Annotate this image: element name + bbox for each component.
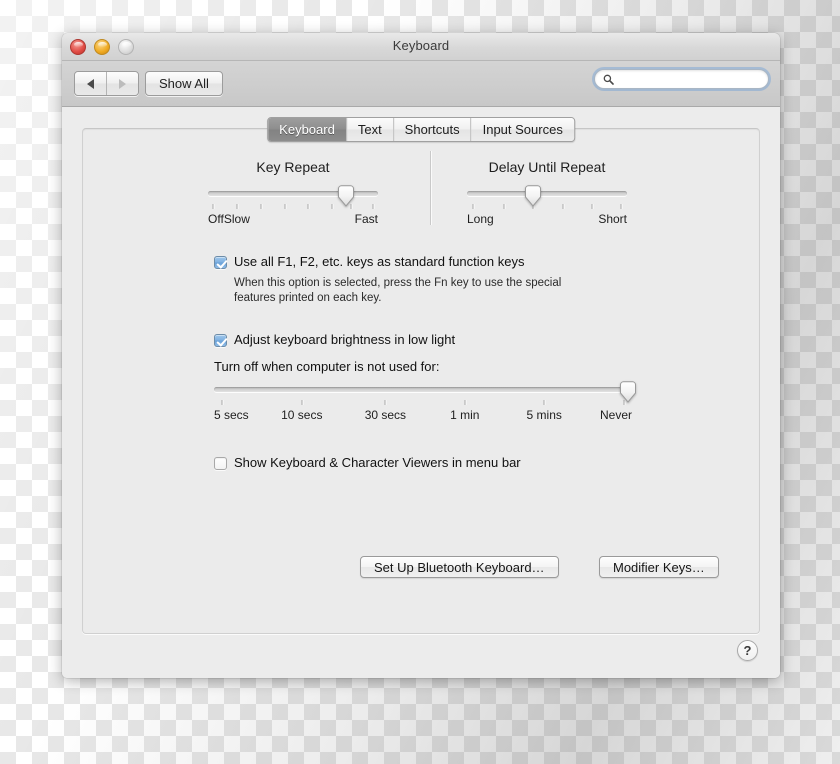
timeout-label-4: 5 mins (526, 408, 562, 422)
delay-until-repeat-thumb[interactable] (523, 185, 542, 207)
key-repeat-group: Key Repeat Off Slow Fast (208, 159, 378, 243)
search-field[interactable] (594, 69, 769, 89)
timeout-label-2: 30 secs (364, 408, 407, 422)
timeout-label-3: 1 min (450, 408, 480, 422)
window-toolbar: Show All (62, 61, 780, 107)
brightness-label: Adjust keyboard brightness in low light (234, 332, 456, 347)
viewers-checkbox[interactable] (214, 457, 227, 470)
delay-label-short: Short (598, 212, 627, 226)
triangle-right-icon (119, 78, 126, 89)
function-keys-help-line-1: When this option is selected, press the … (234, 277, 562, 289)
keyboard-preferences-window: Keyboard Show All Keyboard Text Shortcut… (62, 33, 780, 678)
search-icon (603, 74, 614, 85)
search-input[interactable] (618, 72, 760, 86)
window-titlebar: Keyboard (62, 33, 780, 61)
key-repeat-label-fast: Fast (354, 212, 378, 226)
navigation-segmented-control (74, 71, 139, 96)
show-all-button[interactable]: Show All (145, 71, 223, 96)
setup-bluetooth-keyboard-button[interactable]: Set Up Bluetooth Keyboard… (360, 556, 559, 578)
timeout-label-1: 10 secs (281, 408, 323, 422)
delay-until-repeat-group: Delay Until Repeat Long Short (467, 159, 627, 243)
timeout-label-5: Never (599, 408, 632, 422)
key-repeat-label-off: Off (208, 212, 224, 226)
key-repeat-label-slow: Slow (223, 212, 250, 226)
turn-off-timeout-thumb[interactable] (618, 381, 637, 403)
show-all-label: Show All (159, 76, 209, 91)
delay-until-repeat-ticks (467, 204, 627, 210)
setup-bluetooth-keyboard-label: Set Up Bluetooth Keyboard… (374, 559, 545, 575)
help-button[interactable]: ? (737, 640, 758, 661)
function-keys-checkbox[interactable] (214, 256, 227, 269)
delay-until-repeat-slider[interactable]: Long Short (467, 185, 627, 243)
section-divider (430, 151, 431, 225)
help-button-label: ? (743, 643, 752, 658)
timeout-label-0: 5 secs (214, 408, 249, 422)
function-keys-checkbox-row[interactable]: Use all F1, F2, etc. keys as standard fu… (214, 254, 524, 269)
delay-until-repeat-title: Delay Until Repeat (488, 159, 606, 175)
modifier-keys-label: Modifier Keys… (613, 559, 705, 575)
key-repeat-thumb[interactable] (336, 185, 355, 207)
window-title: Keyboard (392, 38, 450, 53)
triangle-left-icon (87, 78, 94, 89)
function-keys-help-line-2: features printed on each key. (234, 292, 382, 304)
turn-off-timeout-track[interactable] (214, 387, 632, 392)
key-repeat-slider[interactable]: Off Slow Fast (208, 185, 378, 243)
modifier-keys-button[interactable]: Modifier Keys… (599, 556, 719, 578)
brightness-checkbox-row[interactable]: Adjust keyboard brightness in low light (214, 332, 455, 347)
keyboard-tab-content: Key Repeat Off Slow Fast Delay Until Rep… (83, 129, 759, 633)
delay-label-long: Long (467, 212, 494, 226)
forward-button[interactable] (106, 72, 138, 95)
key-repeat-title: Key Repeat (256, 159, 330, 175)
window-body: Keyboard Text Shortcuts Input Sources Ke… (62, 107, 780, 678)
viewers-checkbox-row[interactable]: Show Keyboard & Character Viewers in men… (214, 455, 521, 470)
preferences-panel: Keyboard Text Shortcuts Input Sources Ke… (82, 117, 760, 634)
turn-off-label: Turn off when computer is not used for: (214, 359, 440, 374)
viewers-label: Show Keyboard & Character Viewers in men… (234, 455, 521, 470)
function-keys-label: Use all F1, F2, etc. keys as standard fu… (234, 254, 525, 269)
turn-off-timeout-ticks (214, 400, 632, 406)
delay-until-repeat-track[interactable] (467, 191, 627, 196)
brightness-checkbox[interactable] (214, 334, 227, 347)
turn-off-timeout-slider[interactable]: 5 secs 10 secs 30 secs 1 min 5 mins Neve… (214, 381, 636, 439)
back-button[interactable] (75, 72, 106, 95)
